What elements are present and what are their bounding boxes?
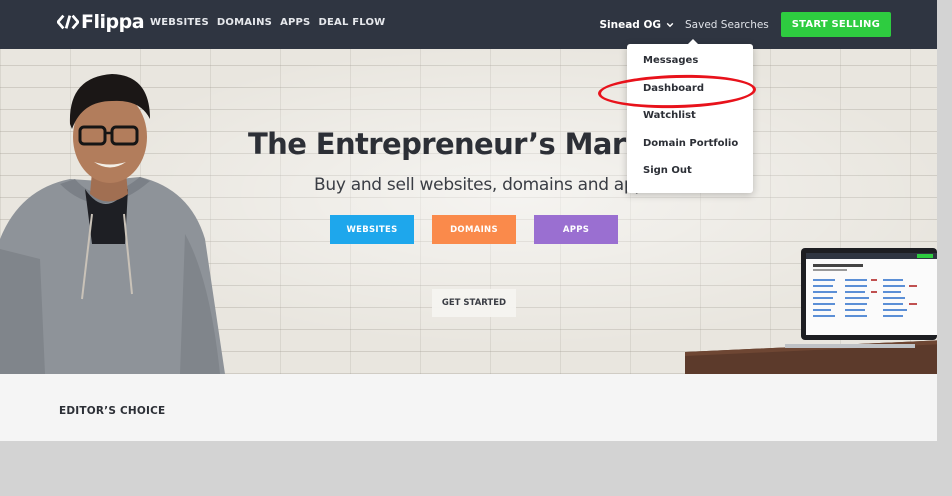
desk-image: [685, 340, 937, 374]
nav-link-apps[interactable]: APPS: [280, 17, 310, 28]
menu-item-sign-out[interactable]: Sign Out: [627, 162, 753, 190]
page: Flippa WEBSITES DOMAINS APPS DEAL FLOW S…: [0, 0, 937, 441]
apps-button[interactable]: APPS: [534, 215, 618, 244]
nav-link-domains[interactable]: DOMAINS: [217, 17, 272, 28]
editors-choice-title: EDITOR’S CHOICE: [59, 405, 166, 417]
hero-subtitle: Buy and sell websites, domains and app: [314, 175, 645, 195]
menu-item-watchlist[interactable]: Watchlist: [627, 107, 753, 135]
user-dropdown-menu: Messages Dashboard Watchlist Domain Port…: [627, 39, 753, 193]
chevron-down-icon: [666, 22, 674, 27]
hero-person-image: [0, 74, 225, 374]
flippa-logo[interactable]: Flippa: [57, 11, 145, 33]
nav-right: Sinead OG Saved Searches START SELLING: [599, 12, 891, 37]
menu-item-messages[interactable]: Messages: [627, 52, 753, 80]
nav-links: WEBSITES DOMAINS APPS DEAL FLOW: [150, 17, 385, 28]
start-selling-button[interactable]: START SELLING: [780, 12, 891, 37]
get-started-button[interactable]: GET STARTED: [432, 289, 516, 317]
user-name: Sinead OG: [599, 18, 661, 31]
hero-banner: The Entrepreneur’s Market Buy and sell w…: [0, 49, 937, 374]
menu-item-dashboard[interactable]: Dashboard: [627, 80, 753, 108]
domains-button[interactable]: DOMAINS: [432, 215, 516, 244]
laptop-image: [801, 248, 937, 340]
flippa-logo-icon: [57, 14, 79, 30]
top-nav: Flippa WEBSITES DOMAINS APPS DEAL FLOW S…: [0, 0, 937, 49]
saved-searches-link[interactable]: Saved Searches: [685, 19, 769, 31]
websites-button[interactable]: WEBSITES: [330, 215, 414, 244]
user-menu-toggle[interactable]: Sinead OG: [599, 19, 674, 31]
nav-link-websites[interactable]: WEBSITES: [150, 17, 209, 28]
menu-item-domain-portfolio[interactable]: Domain Portfolio: [627, 135, 753, 163]
hero-title: The Entrepreneur’s Market: [248, 127, 676, 161]
editors-choice-section: EDITOR’S CHOICE: [0, 374, 937, 441]
nav-link-deal-flow[interactable]: DEAL FLOW: [318, 17, 385, 28]
logo-text: Flippa: [81, 11, 145, 33]
